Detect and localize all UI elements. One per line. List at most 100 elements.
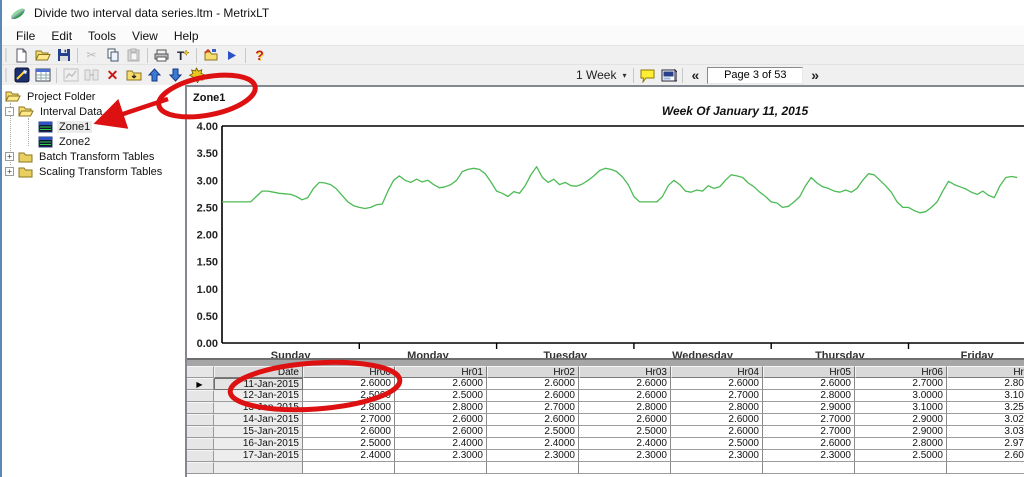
row-selector[interactable] [185,426,214,438]
value-cell[interactable]: 2.6000 [671,414,763,426]
empty-cell[interactable] [303,462,395,474]
value-cell[interactable]: 2.8000 [395,402,487,414]
value-cell[interactable]: 2.6000 [579,378,671,390]
value-cell[interactable]: 2.5000 [855,450,947,462]
value-cell[interactable]: 3.0323 [947,426,1024,438]
value-cell[interactable]: 2.6000 [303,426,395,438]
value-cell[interactable]: 2.6000 [763,378,855,390]
value-cell[interactable]: 2.5000 [671,438,763,450]
value-cell[interactable]: 2.6000 [671,426,763,438]
transform-wizard-button[interactable]: T [172,46,193,64]
highlight-button[interactable] [186,66,207,84]
value-cell[interactable]: 2.6000 [579,390,671,402]
value-cell[interactable]: 2.7000 [671,390,763,402]
comment-button[interactable] [637,66,658,84]
value-cell[interactable]: 2.8000 [763,390,855,402]
value-cell[interactable]: 2.6000 [579,414,671,426]
grid-column-header-date[interactable]: Date [214,366,303,378]
page-indicator[interactable]: Page 3 of 53 [707,67,803,84]
open-file-button[interactable] [32,46,53,64]
value-cell[interactable]: 2.8000 [579,402,671,414]
value-cell[interactable]: 2.7000 [303,414,395,426]
sidebar-item-batch-transform-tables[interactable]: + Batch Transform Tables [2,149,185,164]
value-cell[interactable]: 2.7000 [763,414,855,426]
date-cell[interactable]: 11-Jan-2015 [214,378,303,390]
value-cell[interactable]: 2.6000 [395,426,487,438]
value-cell[interactable]: 2.5000 [303,390,395,402]
value-cell[interactable]: 2.9770 [947,438,1024,450]
value-cell[interactable]: 2.6000 [487,390,579,402]
value-cell[interactable]: 2.7000 [855,378,947,390]
paste-button[interactable] [123,46,144,64]
value-cell[interactable]: 2.4000 [579,438,671,450]
grid-column-header-hr07[interactable]: Hr07 [947,366,1024,378]
value-cell[interactable]: 3.0293 [947,414,1024,426]
grid-corner-cell[interactable] [185,366,214,378]
grid-column-header-hr03[interactable]: Hr03 [579,366,671,378]
interval-dropdown[interactable]: 1 Week ▾ [572,67,630,83]
value-cell[interactable]: 3.1000 [947,390,1024,402]
menu-help[interactable]: Help [166,27,207,45]
menu-file[interactable]: File [8,27,43,45]
empty-cell[interactable] [763,462,855,474]
value-cell[interactable]: 2.9000 [855,426,947,438]
grid-column-header-hr00[interactable]: Hr00 [303,366,395,378]
row-selector[interactable]: ▶ [185,378,214,390]
value-cell[interactable]: 2.7000 [763,426,855,438]
row-selector[interactable] [185,450,214,462]
value-cell[interactable]: 2.5000 [303,438,395,450]
sidebar-item-zone2[interactable]: Zone2 [2,134,185,149]
row-selector[interactable] [185,402,214,414]
run-button[interactable] [221,46,242,64]
value-cell[interactable]: 2.4000 [303,450,395,462]
empty-cell[interactable] [214,462,303,474]
delete-button[interactable]: ✕ [102,66,123,84]
row-selector[interactable] [185,390,214,402]
menu-edit[interactable]: Edit [43,27,80,45]
sidebar-item-scaling-transform-tables[interactable]: + Scaling Transform Tables [2,164,185,179]
value-cell[interactable]: 2.6000 [303,378,395,390]
value-cell[interactable]: 2.4000 [395,438,487,450]
row-selector[interactable] [185,414,214,426]
value-cell[interactable]: 2.6000 [395,378,487,390]
menu-tools[interactable]: Tools [80,27,124,45]
empty-cell[interactable] [579,462,671,474]
value-cell[interactable]: 3.0000 [855,390,947,402]
value-cell[interactable]: 2.3000 [487,450,579,462]
empty-cell[interactable] [947,462,1024,474]
empty-cell[interactable] [395,462,487,474]
value-cell[interactable]: 2.3000 [395,450,487,462]
value-cell[interactable]: 2.5000 [579,426,671,438]
expand-icon[interactable]: + [5,167,14,176]
chart-wizard-button[interactable] [11,66,32,84]
date-cell[interactable]: 15-Jan-2015 [214,426,303,438]
value-cell[interactable]: 2.6000 [487,378,579,390]
cut-button[interactable]: ✂ [81,46,102,64]
new-document-button[interactable] [11,46,32,64]
grid-column-header-hr04[interactable]: Hr04 [671,366,763,378]
date-cell[interactable]: 17-Jan-2015 [214,450,303,462]
grid-column-header-hr01[interactable]: Hr01 [395,366,487,378]
value-cell[interactable]: 2.6000 [763,438,855,450]
move-down-button[interactable] [165,66,186,84]
value-cell[interactable]: 2.8000 [671,402,763,414]
date-cell[interactable]: 16-Jan-2015 [214,438,303,450]
chart-view-button[interactable] [60,66,81,84]
grid-column-header-hr06[interactable]: Hr06 [855,366,947,378]
menu-view[interactable]: View [124,27,166,45]
prev-page-button[interactable]: « [686,67,704,83]
value-cell[interactable]: 2.3000 [579,450,671,462]
collapse-icon[interactable]: - [5,107,14,116]
move-up-button[interactable] [144,66,165,84]
expand-icon[interactable]: + [5,152,14,161]
empty-cell[interactable] [671,462,763,474]
value-cell[interactable]: 2.6000 [395,414,487,426]
empty-cell[interactable] [855,462,947,474]
value-cell[interactable]: 2.8000 [947,378,1024,390]
table-view-button[interactable] [32,66,53,84]
print-button[interactable] [151,46,172,64]
report-button[interactable] [658,66,679,84]
grid-column-header-hr02[interactable]: Hr02 [487,366,579,378]
row-selector[interactable] [185,438,214,450]
toolbar-grip[interactable] [5,68,8,82]
